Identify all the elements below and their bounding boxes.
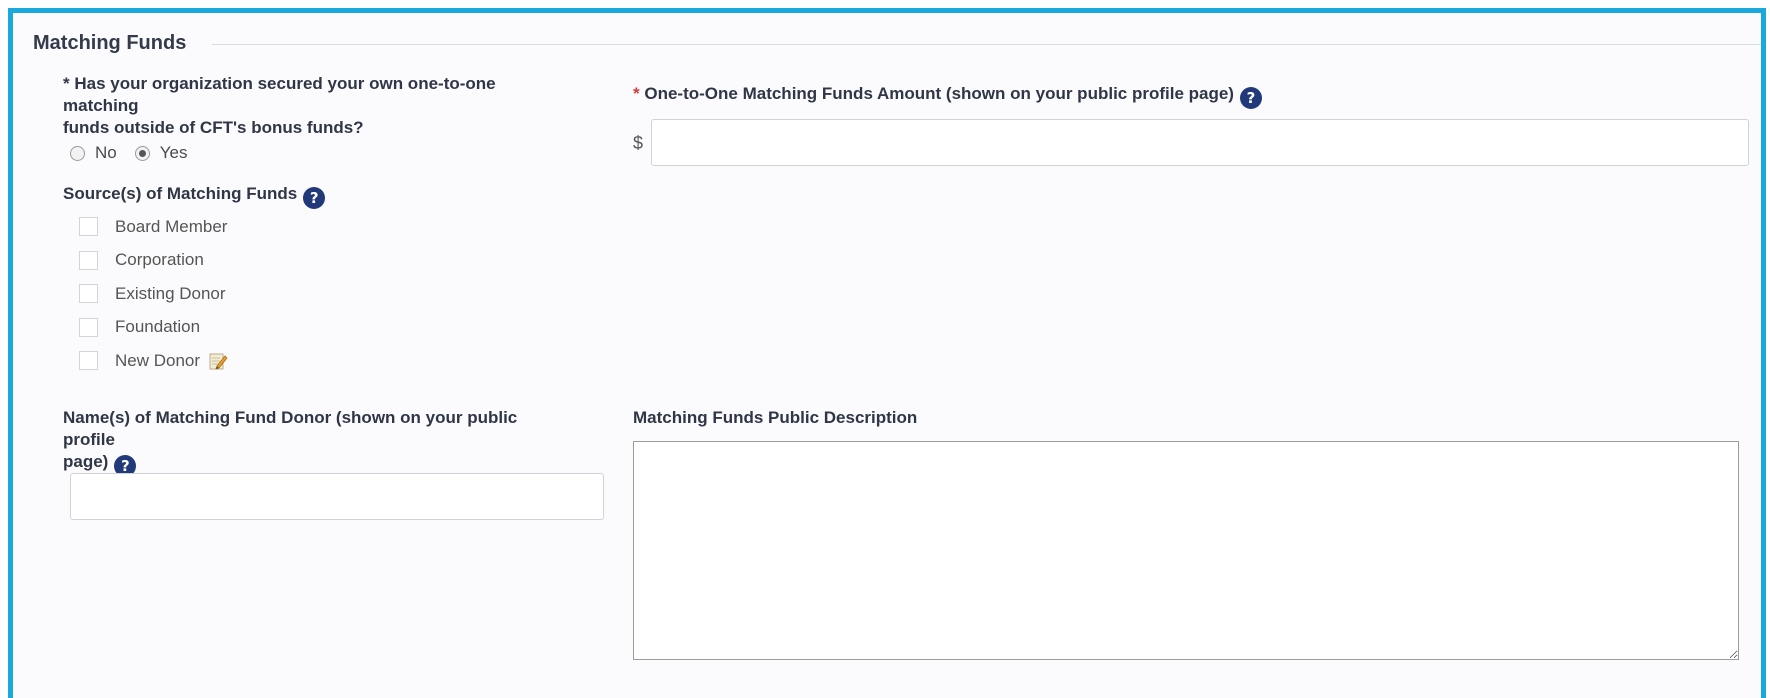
checkbox-label[interactable]: Foundation: [115, 317, 200, 337]
amount-label: * One-to-One Matching Funds Amount (show…: [633, 83, 1262, 109]
question-circle-icon[interactable]: ?: [303, 187, 326, 209]
public-description-textarea[interactable]: [633, 441, 1739, 660]
required-mark: *: [633, 84, 640, 103]
radio-no[interactable]: [70, 145, 85, 161]
radio-yes[interactable]: [134, 145, 150, 161]
checkbox-foundation[interactable]: [79, 317, 98, 337]
sources-checkbox-list: Board Member Corporation Existing Donor …: [79, 210, 228, 378]
checkbox-existing-donor[interactable]: [79, 284, 98, 304]
secured-radio-group: No Yes: [70, 143, 205, 163]
source-new-donor[interactable]: New Donor: [79, 344, 228, 378]
amount-label-text: One-to-One Matching Funds Amount (shown …: [644, 84, 1234, 103]
secured-question-label: * Has your organization secured your own…: [63, 73, 563, 139]
donor-names-input[interactable]: [70, 473, 604, 520]
section-divider: [212, 43, 1761, 45]
required-mark: *: [63, 74, 70, 93]
checkbox-label[interactable]: Existing Donor: [115, 284, 226, 304]
checkbox-board-member[interactable]: [79, 217, 98, 237]
sources-label-text: Source(s) of Matching Funds: [63, 184, 298, 203]
donor-names-label: Name(s) of Matching Fund Donor (shown on…: [63, 407, 563, 477]
section-header: Matching Funds: [33, 23, 1761, 63]
question-circle-icon[interactable]: ?: [1239, 87, 1262, 109]
source-existing-donor[interactable]: Existing Donor: [79, 277, 228, 311]
secured-question-text-line1: Has your organization secured your own o…: [63, 74, 496, 115]
secured-question-text-line2: funds outside of CFT's bonus funds?: [63, 118, 364, 137]
checkbox-label[interactable]: Corporation: [115, 250, 204, 270]
currency-symbol: $: [633, 133, 644, 153]
radio-yes-label[interactable]: Yes: [160, 143, 188, 163]
donor-names-label-line1: Name(s) of Matching Fund Donor (shown on…: [63, 408, 518, 449]
source-foundation[interactable]: Foundation: [79, 311, 228, 345]
donor-names-label-line2: page): [63, 452, 109, 471]
section-title: Matching Funds: [33, 31, 187, 54]
checkbox-label[interactable]: Board Member: [115, 217, 227, 237]
public-description-label-text: Matching Funds Public Description: [633, 408, 918, 427]
amount-input[interactable]: [651, 119, 1749, 166]
public-description-label: Matching Funds Public Description: [633, 407, 917, 429]
source-corporation[interactable]: Corporation: [79, 244, 228, 278]
sources-label: Source(s) of Matching Funds?: [63, 183, 326, 209]
checkbox-corporation[interactable]: [79, 250, 98, 270]
checkbox-label[interactable]: New Donor: [115, 351, 200, 371]
form-frame: Matching Funds * Has your organization s…: [8, 8, 1766, 698]
checkbox-new-donor[interactable]: [79, 351, 98, 371]
source-board-member[interactable]: Board Member: [79, 210, 228, 244]
radio-no-label[interactable]: No: [95, 143, 117, 163]
edit-note-icon[interactable]: [208, 351, 228, 371]
